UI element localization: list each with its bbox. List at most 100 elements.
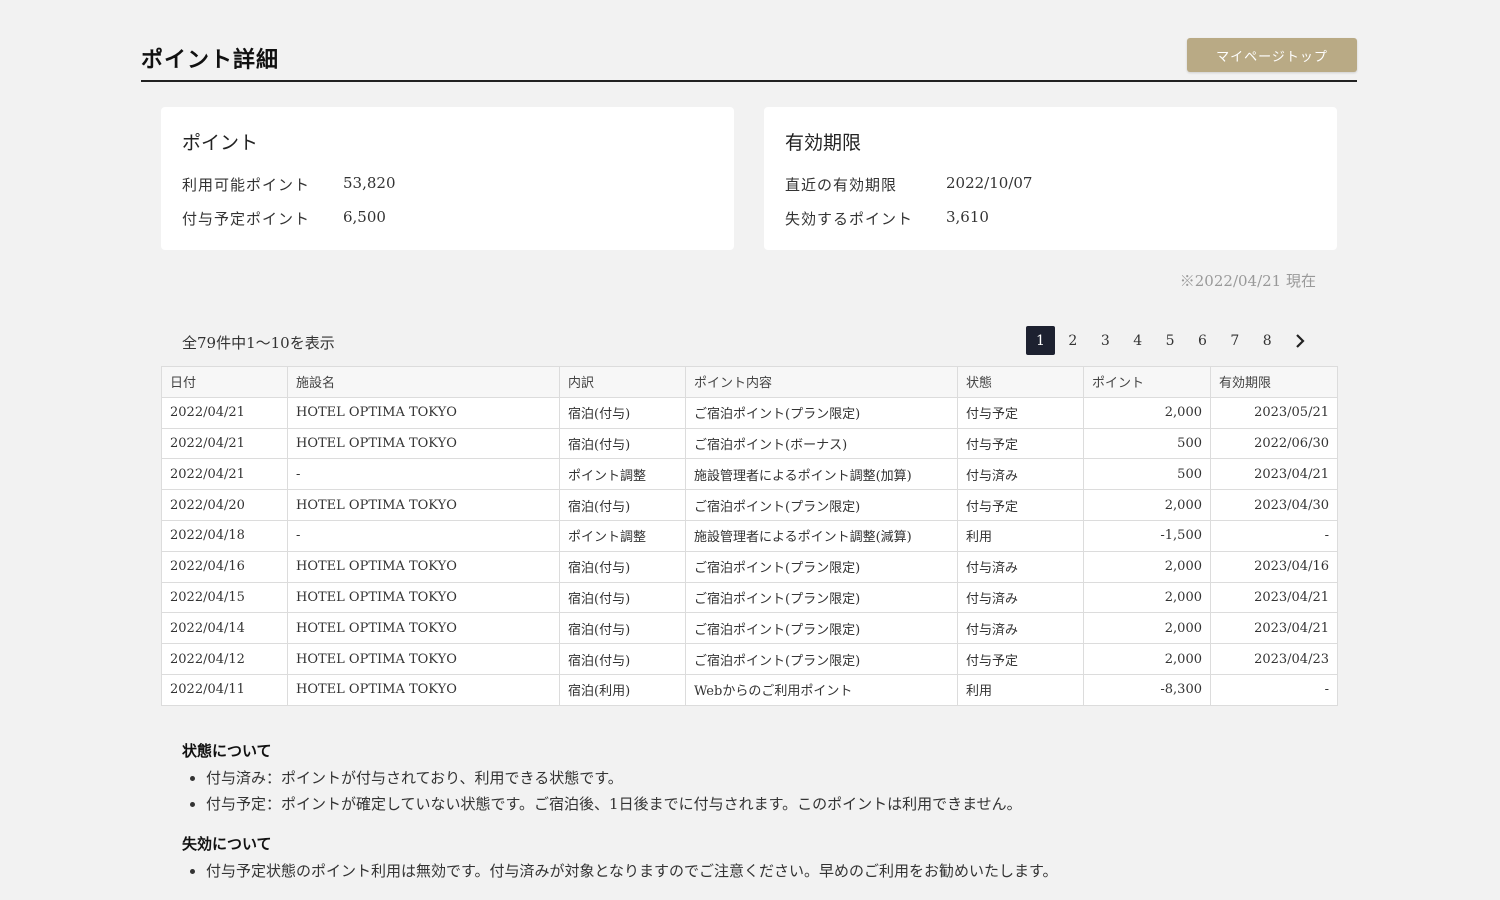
cell-facility: - [287, 458, 560, 491]
cell-content: 施設管理者によるポイント調整(加算) [685, 458, 958, 491]
list-item: 付与予定状態のポイント利用は無効です。付与済みが対象となりますのでご注意ください… [206, 858, 1058, 884]
cell-breakdown: 宿泊(付与) [559, 489, 686, 521]
list-item: 付与予定：ポイントが確定していない状態です。ご宿泊後、1日後までに付与されます。… [206, 791, 1058, 817]
mypage-top-button[interactable]: マイページトップ [1187, 38, 1357, 72]
cell-expiry: 2023/05/21 [1210, 396, 1338, 429]
expiring-points-label: 失効するポイント [785, 210, 914, 228]
cell-status: 付与予定 [957, 643, 1084, 675]
cell-breakdown: 宿泊(付与) [559, 396, 686, 429]
expiry-notes-list: 付与予定状態のポイント利用は無効です。付与済みが対象となりますのでご注意ください… [182, 858, 1058, 884]
cell-facility: HOTEL OPTIMA TOKYO [287, 581, 560, 614]
cell-facility: HOTEL OPTIMA TOKYO [287, 643, 560, 675]
as-of-date: ※2022/04/21 現在 [1179, 272, 1316, 290]
cell-points: 2,000 [1083, 581, 1211, 614]
cell-date: 2022/04/12 [161, 643, 288, 675]
scheduled-points-value: 6,500 [343, 208, 386, 226]
result-count: 全79件中1～10を表示 [182, 334, 335, 352]
pagination: 1 2 3 4 5 6 7 8 [1026, 326, 1314, 355]
cell-content: Webからのご利用ポイント [685, 673, 958, 706]
col-status-header: 状態 [957, 366, 1084, 398]
page-button-6[interactable]: 6 [1188, 326, 1217, 355]
nearest-expiry-value: 2022/10/07 [946, 174, 1033, 192]
table-row: 2022/04/21 HOTEL OPTIMA TOKYO 宿泊(付与) ご宿泊… [161, 396, 1338, 429]
page-title: ポイント詳細 [141, 47, 280, 73]
cell-breakdown: ポイント調整 [559, 458, 686, 491]
table-row: 2022/04/15 HOTEL OPTIMA TOKYO 宿泊(付与) ご宿泊… [161, 581, 1338, 614]
cell-facility: - [287, 519, 560, 552]
cell-date: 2022/04/18 [161, 519, 288, 552]
page-header: ポイント詳細 マイページトップ [141, 36, 1357, 82]
table-row: 2022/04/11 HOTEL OPTIMA TOKYO 宿泊(利用) Web… [161, 673, 1338, 706]
cell-points: 500 [1083, 458, 1211, 491]
cell-breakdown: 宿泊(利用) [559, 673, 686, 706]
cell-content: ご宿泊ポイント(プラン限定) [685, 643, 958, 675]
cell-status: 付与予定 [957, 396, 1084, 429]
nearest-expiry-label: 直近の有効期限 [785, 176, 898, 194]
page-button-4[interactable]: 4 [1123, 326, 1152, 355]
nearest-expiry-row: 直近の有効期限 2022/10/07 [785, 174, 1032, 195]
table-row: 2022/04/16 HOTEL OPTIMA TOKYO 宿泊(付与) ご宿泊… [161, 550, 1338, 583]
cell-breakdown: 宿泊(付与) [559, 427, 686, 460]
page-button-1[interactable]: 1 [1026, 326, 1055, 355]
available-points-value: 53,820 [343, 174, 396, 192]
cell-expiry: 2023/04/21 [1210, 581, 1338, 614]
points-card-title: ポイント [182, 132, 259, 154]
cell-breakdown: ポイント調整 [559, 519, 686, 552]
cell-date: 2022/04/20 [161, 489, 288, 521]
cell-date: 2022/04/14 [161, 612, 288, 645]
cell-status: 付与済み [957, 458, 1084, 491]
cell-points: 2,000 [1083, 612, 1211, 645]
col-content-header: ポイント内容 [685, 366, 958, 398]
col-facility-header: 施設名 [287, 366, 560, 398]
table-row: 2022/04/20 HOTEL OPTIMA TOKYO 宿泊(付与) ご宿泊… [161, 489, 1338, 521]
available-points-row: 利用可能ポイント 53,820 [182, 174, 396, 195]
cell-status: 付与済み [957, 550, 1084, 583]
cell-expiry: 2023/04/21 [1210, 612, 1338, 645]
cell-points: -1,500 [1083, 519, 1211, 552]
cell-points: 500 [1083, 427, 1211, 460]
cell-breakdown: 宿泊(付与) [559, 581, 686, 614]
next-page-button[interactable] [1285, 326, 1314, 355]
cell-date: 2022/04/21 [161, 396, 288, 429]
scheduled-points-label: 付与予定ポイント [182, 210, 311, 228]
scheduled-points-row: 付与予定ポイント 6,500 [182, 208, 386, 229]
page-button-8[interactable]: 8 [1253, 326, 1282, 355]
cell-expiry: 2023/04/23 [1210, 643, 1338, 675]
cell-date: 2022/04/16 [161, 550, 288, 583]
table-row: 2022/04/18 - ポイント調整 施設管理者によるポイント調整(減算) 利… [161, 519, 1338, 552]
cell-status: 付与予定 [957, 489, 1084, 521]
cell-expiry: 2023/04/21 [1210, 458, 1338, 491]
points-card: ポイント 利用可能ポイント 53,820 付与予定ポイント 6,500 [161, 107, 734, 250]
expiry-card-title: 有効期限 [785, 132, 862, 154]
cell-status: 付与予定 [957, 427, 1084, 460]
cell-expiry: 2022/06/30 [1210, 427, 1338, 460]
cell-breakdown: 宿泊(付与) [559, 643, 686, 675]
cell-status: 付与済み [957, 612, 1084, 645]
cell-points: -8,300 [1083, 673, 1211, 706]
cell-expiry: 2023/04/30 [1210, 489, 1338, 521]
page-button-7[interactable]: 7 [1220, 326, 1249, 355]
col-breakdown-header: 内訳 [559, 366, 686, 398]
cell-facility: HOTEL OPTIMA TOKYO [287, 673, 560, 706]
cell-content: ご宿泊ポイント(プラン限定) [685, 612, 958, 645]
cell-content: ご宿泊ポイント(プラン限定) [685, 396, 958, 429]
cell-date: 2022/04/11 [161, 673, 288, 706]
cell-content: ご宿泊ポイント(プラン限定) [685, 550, 958, 583]
cell-content: ご宿泊ポイント(プラン限定) [685, 489, 958, 521]
page-button-5[interactable]: 5 [1156, 326, 1185, 355]
cell-date: 2022/04/21 [161, 427, 288, 460]
page-button-2[interactable]: 2 [1058, 326, 1087, 355]
cell-status: 利用 [957, 673, 1084, 706]
cell-expiry: - [1210, 673, 1338, 706]
col-date-header: 日付 [161, 366, 288, 398]
cell-facility: HOTEL OPTIMA TOKYO [287, 396, 560, 429]
cell-breakdown: 宿泊(付与) [559, 550, 686, 583]
table-row: 2022/04/12 HOTEL OPTIMA TOKYO 宿泊(付与) ご宿泊… [161, 643, 1338, 675]
points-history-table: 日付 施設名 内訳 ポイント内容 状態 ポイント 有効期限 2022/04/21… [161, 366, 1338, 706]
cell-status: 利用 [957, 519, 1084, 552]
page-button-3[interactable]: 3 [1091, 326, 1120, 355]
list-item: 付与済み：ポイントが付与されており、利用できる状態です。 [206, 765, 1058, 791]
table-row: 2022/04/21 HOTEL OPTIMA TOKYO 宿泊(付与) ご宿泊… [161, 427, 1338, 460]
cell-facility: HOTEL OPTIMA TOKYO [287, 489, 560, 521]
cell-expiry: - [1210, 519, 1338, 552]
